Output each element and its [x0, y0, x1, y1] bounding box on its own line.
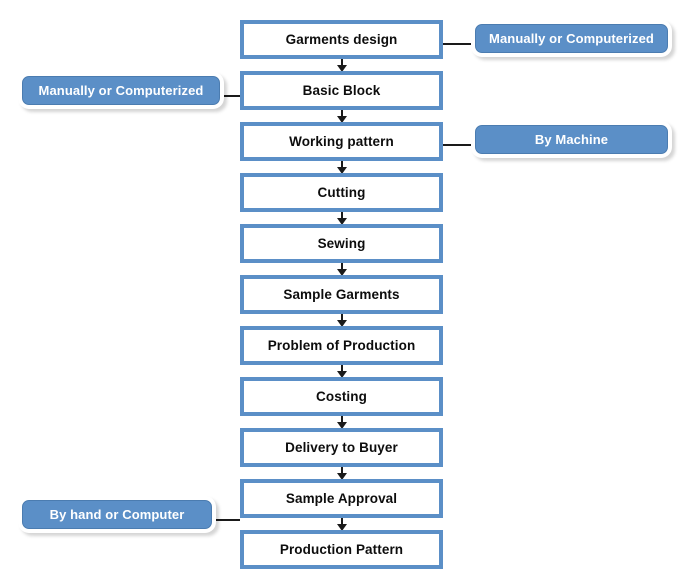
- flow-step-sewing[interactable]: Sewing: [240, 224, 443, 263]
- annotation-garments-design[interactable]: Manually or Computerized: [475, 24, 668, 53]
- step-box[interactable]: Cutting: [240, 173, 443, 212]
- step-label: Basic Block: [302, 83, 381, 98]
- connector-arrow-6: [240, 314, 443, 327]
- step-label: Production Pattern: [279, 542, 404, 557]
- leader-line-garments-design: [443, 43, 475, 45]
- flowchart-canvas: Garments design Basic Block Working patt…: [0, 0, 694, 569]
- flow-step-sample-garments[interactable]: Sample Garments: [240, 275, 443, 314]
- flow-step-sample-approval[interactable]: Sample Approval: [240, 479, 443, 518]
- annotation-label: By Machine: [534, 132, 609, 147]
- leader-line-working-pattern: [443, 144, 475, 146]
- annotation-production-pattern[interactable]: By hand or Computer: [22, 500, 212, 529]
- step-label: Sample Approval: [285, 491, 398, 506]
- connector-arrow-2: [240, 110, 443, 123]
- connector-arrow-3: [240, 161, 443, 174]
- step-label: Costing: [316, 389, 367, 404]
- step-label: Garments design: [285, 32, 398, 47]
- flow-step-cutting[interactable]: Cutting: [240, 173, 443, 212]
- flow-step-problem-of-production[interactable]: Problem of Production: [240, 326, 443, 365]
- flow-step-basic-block[interactable]: Basic Block: [240, 71, 443, 110]
- step-box[interactable]: Problem of Production: [240, 326, 443, 365]
- step-box[interactable]: Sample Garments: [240, 275, 443, 314]
- step-label: Working pattern: [289, 134, 394, 149]
- step-box[interactable]: Costing: [240, 377, 443, 416]
- flow-step-garments-design[interactable]: Garments design: [240, 20, 443, 59]
- leader-line-production-pattern: [212, 519, 240, 521]
- step-box[interactable]: Sample Approval: [240, 479, 443, 518]
- step-box[interactable]: Sewing: [240, 224, 443, 263]
- step-label: Cutting: [317, 185, 366, 200]
- step-label: Sample Garments: [283, 287, 400, 302]
- connector-arrow-1: [240, 59, 443, 72]
- step-label: Sewing: [317, 236, 366, 251]
- step-box[interactable]: Basic Block: [240, 71, 443, 110]
- flow-step-production-pattern[interactable]: Production Pattern: [240, 530, 443, 569]
- step-box[interactable]: Garments design: [240, 20, 443, 59]
- flow-step-costing[interactable]: Costing: [240, 377, 443, 416]
- annotation-basic-block[interactable]: Manually or Computerized: [22, 76, 220, 105]
- annotation-label: Manually or Computerized: [38, 83, 204, 98]
- connector-arrow-8: [240, 416, 443, 429]
- connector-arrow-7: [240, 365, 443, 378]
- annotation-working-pattern[interactable]: By Machine: [475, 125, 668, 154]
- step-label: Delivery to Buyer: [285, 440, 398, 455]
- connector-arrow-9: [240, 467, 443, 480]
- flow-step-working-pattern[interactable]: Working pattern: [240, 122, 443, 161]
- step-box[interactable]: Delivery to Buyer: [240, 428, 443, 467]
- connector-arrow-4: [240, 212, 443, 225]
- connector-arrow-5: [240, 263, 443, 276]
- flow-step-delivery-to-buyer[interactable]: Delivery to Buyer: [240, 428, 443, 467]
- step-box[interactable]: Production Pattern: [240, 530, 443, 569]
- annotation-label: By hand or Computer: [49, 507, 185, 522]
- process-flow-column: Garments design Basic Block Working patt…: [240, 20, 443, 569]
- step-label: Problem of Production: [267, 338, 416, 353]
- annotation-label: Manually or Computerized: [489, 31, 654, 46]
- connector-arrow-10: [240, 518, 443, 531]
- step-box[interactable]: Working pattern: [240, 122, 443, 161]
- leader-line-basic-block: [220, 95, 240, 97]
